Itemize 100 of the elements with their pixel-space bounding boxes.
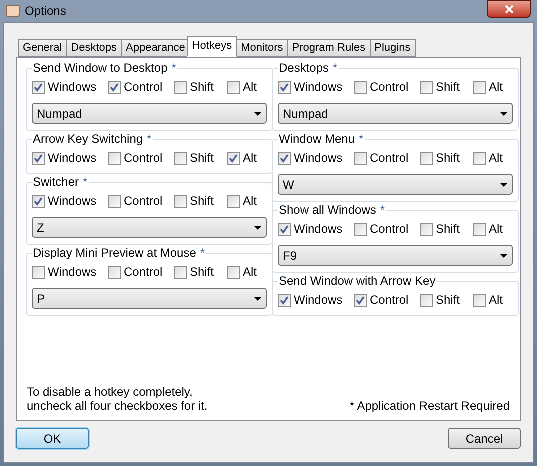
- required-asterisk: *: [83, 175, 88, 189]
- checkbox[interactable]: Shift: [420, 78, 473, 96]
- checkbox-square[interactable]: [108, 266, 121, 278]
- checkbox[interactable]: Control: [354, 291, 420, 309]
- key-dropdown[interactable]: Numpad: [278, 103, 513, 124]
- checkbox-square[interactable]: [473, 152, 486, 164]
- checkbox-square[interactable]: [473, 80, 486, 94]
- checkbox-square[interactable]: [354, 222, 367, 236]
- checkbox[interactable]: Control: [108, 192, 174, 210]
- checkbox[interactable]: Windows: [278, 149, 354, 167]
- checkbox[interactable]: Alt: [227, 78, 267, 96]
- group-title: Desktops: [279, 61, 330, 75]
- checkbox-square[interactable]: [278, 222, 291, 236]
- checkbox[interactable]: Control: [108, 78, 174, 96]
- checkbox-square[interactable]: [108, 152, 121, 164]
- checkbox[interactable]: Control: [108, 149, 174, 167]
- required-asterisk: *: [200, 246, 206, 260]
- checkbox[interactable]: Alt: [227, 149, 267, 167]
- checkbox-square[interactable]: [227, 266, 240, 278]
- checkbox-square[interactable]: [473, 222, 486, 236]
- key-dropdown[interactable]: Z: [32, 217, 267, 238]
- checkbox[interactable]: Windows: [32, 78, 108, 96]
- key-dropdown[interactable]: F9: [278, 245, 513, 266]
- close-button[interactable]: [487, 0, 531, 18]
- checkbox-square[interactable]: [354, 294, 367, 306]
- checkbox[interactable]: Shift: [174, 192, 227, 210]
- checkmark-icon: [34, 82, 43, 92]
- checkmark-icon: [356, 296, 365, 304]
- checkbox-square[interactable]: [354, 152, 367, 164]
- checkbox[interactable]: Windows: [278, 291, 354, 309]
- checkbox[interactable]: Control: [354, 220, 420, 238]
- checkbox-square[interactable]: [420, 80, 433, 94]
- checkbox-square[interactable]: [174, 152, 187, 164]
- checkbox[interactable]: Shift: [174, 263, 227, 281]
- checkbox-square[interactable]: [32, 80, 45, 94]
- checkbox[interactable]: Alt: [473, 220, 513, 238]
- checkbox-square[interactable]: [227, 194, 240, 208]
- checkmark-icon: [34, 196, 43, 206]
- checkbox[interactable]: Windows: [32, 192, 108, 210]
- checkbox[interactable]: Shift: [174, 78, 227, 96]
- checkbox-square[interactable]: [108, 194, 121, 208]
- checkbox[interactable]: Windows: [278, 220, 354, 238]
- key-dropdown[interactable]: W: [278, 174, 513, 195]
- tab[interactable]: General: [18, 39, 68, 57]
- group-title: Send Window with Arrow Key: [279, 274, 436, 288]
- checkbox-square[interactable]: [354, 80, 367, 94]
- checkbox[interactable]: Windows: [278, 78, 354, 96]
- key-dropdown[interactable]: Numpad: [32, 103, 267, 124]
- tab[interactable]: Plugins: [370, 39, 416, 57]
- checkbox-square[interactable]: [278, 152, 291, 164]
- checkbox[interactable]: Shift: [420, 220, 473, 238]
- checkbox-square[interactable]: [420, 152, 433, 164]
- tab[interactable]: Monitors: [236, 39, 288, 57]
- checkbox-square[interactable]: [174, 194, 187, 208]
- checkmark-icon: [280, 296, 289, 304]
- checkbox-square[interactable]: [174, 80, 187, 94]
- checkbox-square[interactable]: [473, 294, 486, 306]
- hint-text: uncheck all four checkboxes for it.: [27, 399, 208, 413]
- checkbox-square[interactable]: [32, 152, 45, 164]
- checkbox-square[interactable]: [108, 80, 121, 94]
- checkbox-square[interactable]: [420, 222, 433, 236]
- checkbox[interactable]: Shift: [420, 149, 473, 167]
- tab[interactable]: Program Rules: [287, 39, 371, 57]
- checkbox[interactable]: Control: [354, 78, 420, 96]
- checkbox-square[interactable]: [278, 294, 291, 306]
- group-title: Send Window to Desktop: [33, 61, 168, 75]
- required-asterisk: *: [359, 132, 364, 146]
- checkbox-square[interactable]: [227, 80, 240, 94]
- checkbox[interactable]: Windows: [32, 149, 108, 167]
- hint-text: To disable a hotkey completely,: [27, 385, 194, 399]
- tab[interactable]: Hotkeys: [187, 36, 238, 57]
- checkmark-icon: [280, 82, 289, 92]
- checkbox-square[interactable]: [278, 80, 291, 94]
- checkbox[interactable]: Windows: [32, 263, 108, 281]
- checkbox-square[interactable]: [32, 194, 45, 208]
- checkbox[interactable]: Shift: [174, 149, 227, 167]
- checkbox-square[interactable]: [174, 266, 187, 278]
- checkbox[interactable]: Control: [354, 149, 420, 167]
- checkmark-icon: [280, 154, 289, 162]
- ok-button[interactable]: OK: [16, 428, 89, 449]
- checkbox[interactable]: Alt: [227, 192, 267, 210]
- required-asterisk: *: [172, 61, 176, 75]
- tab[interactable]: Desktops: [66, 39, 122, 57]
- checkmark-icon: [229, 154, 238, 162]
- checkbox-square[interactable]: [227, 152, 240, 164]
- key-dropdown[interactable]: P: [32, 288, 267, 309]
- checkbox-square[interactable]: [32, 266, 45, 278]
- dropdown-arrow-icon: [500, 254, 508, 258]
- checkbox[interactable]: Alt: [473, 291, 513, 309]
- checkbox[interactable]: Alt: [473, 149, 513, 167]
- dropdown-arrow-icon: [254, 226, 262, 230]
- cancel-button[interactable]: Cancel: [448, 428, 521, 449]
- checkbox[interactable]: Alt: [227, 263, 267, 281]
- checkbox-square[interactable]: [420, 294, 433, 306]
- checkbox[interactable]: Alt: [473, 78, 513, 96]
- dropdown-arrow-icon: [254, 296, 262, 300]
- checkbox[interactable]: Shift: [420, 291, 473, 309]
- dropdown-arrow-icon: [254, 112, 262, 116]
- checkbox[interactable]: Control: [108, 263, 174, 281]
- group-title: Arrow Key Switching: [33, 132, 144, 146]
